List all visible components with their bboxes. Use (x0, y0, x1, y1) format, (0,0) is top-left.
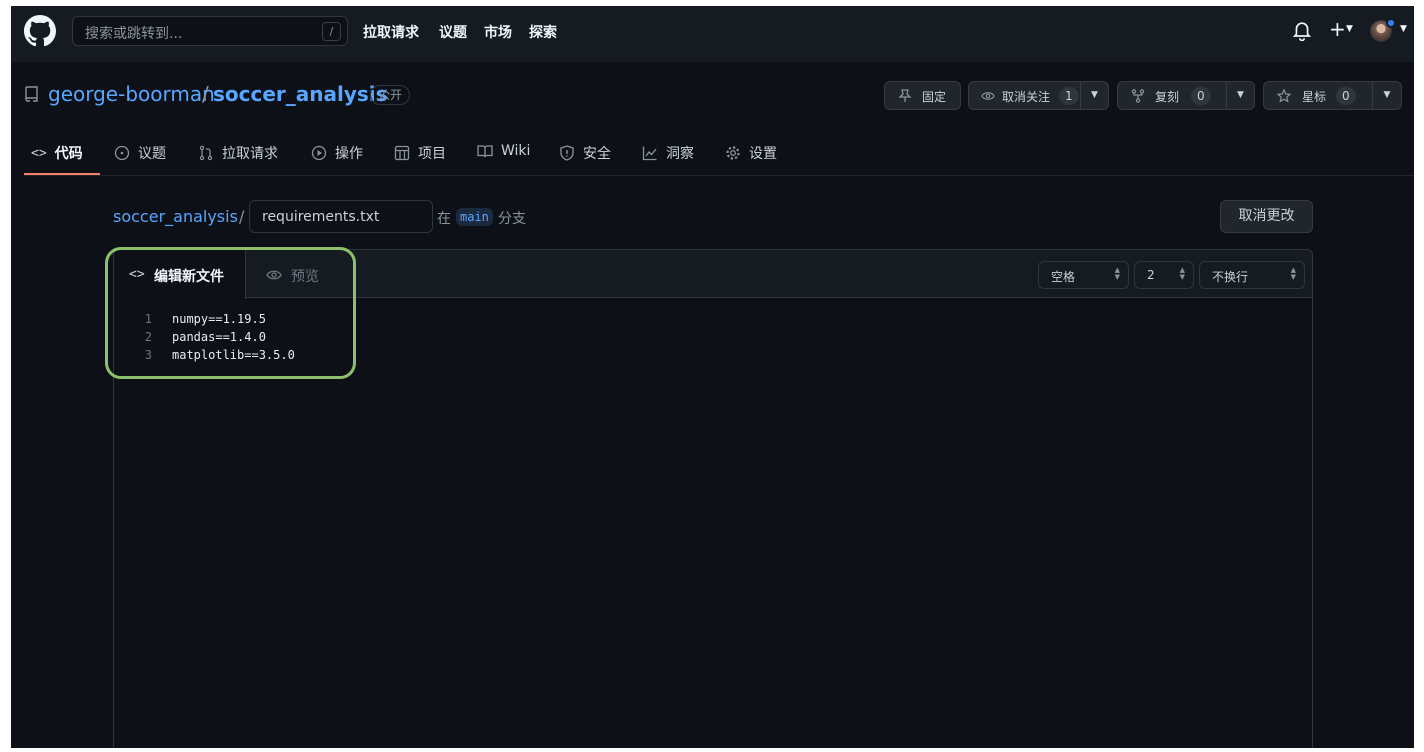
book-icon (477, 145, 493, 158)
star-label: 星标 (1302, 90, 1327, 104)
gear-icon (726, 146, 740, 160)
repo-icon (25, 86, 38, 102)
tab-security[interactable]: 安全 (559, 143, 611, 169)
repo-owner-link[interactable]: george-boorman (48, 82, 215, 106)
bell-icon[interactable] (1293, 21, 1311, 41)
eye-icon (981, 92, 995, 100)
pull-request-icon (199, 145, 213, 161)
tab-security-label: 安全 (583, 146, 611, 162)
search-input[interactable]: 搜索或跳转到... / (72, 16, 348, 46)
issue-icon (114, 145, 130, 161)
tab-issues[interactable]: 议题 (114, 143, 166, 169)
tab-code-label: 代码 (54, 146, 83, 162)
fork-button[interactable]: 复刻 0 ▼ (1117, 81, 1255, 110)
breadcrumb-repo-link[interactable]: soccer_analysis (113, 207, 238, 226)
global-header: 搜索或跳转到... / 拉取请求 议题 市场 探索 + ▼ ▼ (11, 6, 1414, 62)
select-arrows-icon: ▲ ▼ (1290, 266, 1296, 281)
github-window: 搜索或跳转到... / 拉取请求 议题 市场 探索 + ▼ ▼ george-b… (11, 6, 1414, 748)
wrap-mode-value: 不换行 (1212, 270, 1249, 284)
table-icon (394, 145, 410, 161)
tab-settings[interactable]: 设置 (725, 143, 777, 169)
in-label: 在 (437, 211, 451, 227)
repo-name-link[interactable]: soccer_analysis (213, 82, 388, 106)
star-button[interactable]: 星标 0 ▼ (1263, 81, 1402, 110)
cancel-changes-button[interactable]: 取消更改 (1220, 200, 1313, 233)
tab-actions-label: 操作 (335, 146, 363, 162)
graph-icon (642, 146, 657, 161)
visibility-badge: 公开 (370, 85, 411, 105)
watch-button[interactable]: 取消关注 1 ▼ (968, 81, 1109, 110)
tab-projects-label: 项目 (418, 146, 446, 162)
pin-icon (898, 89, 912, 102)
shield-icon (560, 145, 574, 161)
star-icon (1277, 89, 1291, 103)
tab-issues-label: 议题 (138, 146, 166, 162)
github-logo-icon[interactable] (24, 15, 56, 47)
tab-code[interactable]: <> 代码 (31, 143, 83, 169)
status-dot-icon (1386, 18, 1396, 28)
pin-button[interactable]: 固定 (884, 81, 961, 110)
nav-marketplace[interactable]: 市场 (484, 22, 512, 42)
branch-suffix-label: 分支 (498, 211, 526, 227)
breadcrumb-separator: / (239, 207, 245, 226)
select-arrows-icon: ▲ ▼ (1114, 266, 1120, 281)
watch-dropdown-icon[interactable]: ▼ (1080, 82, 1108, 109)
code-icon: <> (31, 145, 47, 161)
indent-mode-select[interactable]: 空格 ▲ ▼ (1038, 261, 1129, 289)
tab-pull-requests[interactable]: 拉取请求 (198, 143, 278, 169)
fork-icon (1131, 89, 1145, 103)
tab-projects[interactable]: 项目 (394, 143, 446, 169)
branch-name: main (456, 208, 493, 226)
tab-wiki-label: Wiki (501, 143, 531, 159)
repo-separator: / (202, 82, 209, 106)
highlight-outline (105, 247, 356, 379)
search-placeholder: 搜索或跳转到... (85, 26, 183, 42)
select-arrows-icon: ▲ ▼ (1179, 266, 1185, 281)
nav-pull-requests[interactable]: 拉取请求 (363, 22, 419, 42)
star-dropdown-icon[interactable]: ▼ (1372, 82, 1401, 109)
wrap-mode-select[interactable]: 不换行 ▲ ▼ (1199, 261, 1305, 289)
caret-down-icon[interactable]: ▼ (1346, 24, 1353, 34)
search-shortcut-key: / (322, 22, 341, 41)
caret-down-icon[interactable]: ▼ (1400, 24, 1407, 34)
watch-label: 取消关注 (1002, 90, 1051, 104)
tab-actions[interactable]: 操作 (311, 143, 363, 169)
nav-explore[interactable]: 探索 (529, 22, 557, 42)
tabs-divider (24, 175, 1414, 176)
fork-label: 复刻 (1155, 90, 1180, 104)
fork-count: 0 (1191, 87, 1211, 105)
tab-settings-label: 设置 (749, 146, 777, 162)
watch-count: 1 (1059, 87, 1079, 105)
indent-size-value: 2 (1147, 268, 1155, 282)
play-icon (311, 145, 327, 161)
tab-insights[interactable]: 洞察 (642, 143, 694, 169)
filename-input[interactable]: requirements.txt (249, 200, 433, 233)
fork-dropdown-icon[interactable]: ▼ (1226, 82, 1254, 109)
tab-insights-label: 洞察 (666, 146, 694, 162)
star-count: 0 (1336, 87, 1356, 105)
plus-icon[interactable]: + (1329, 19, 1346, 39)
indent-mode-value: 空格 (1051, 270, 1076, 284)
pin-label: 固定 (922, 90, 947, 104)
indent-size-select[interactable]: 2 ▲ ▼ (1134, 261, 1194, 289)
nav-issues[interactable]: 议题 (439, 22, 467, 42)
tab-pull-requests-label: 拉取请求 (222, 146, 278, 162)
tab-wiki[interactable]: Wiki (477, 143, 530, 169)
